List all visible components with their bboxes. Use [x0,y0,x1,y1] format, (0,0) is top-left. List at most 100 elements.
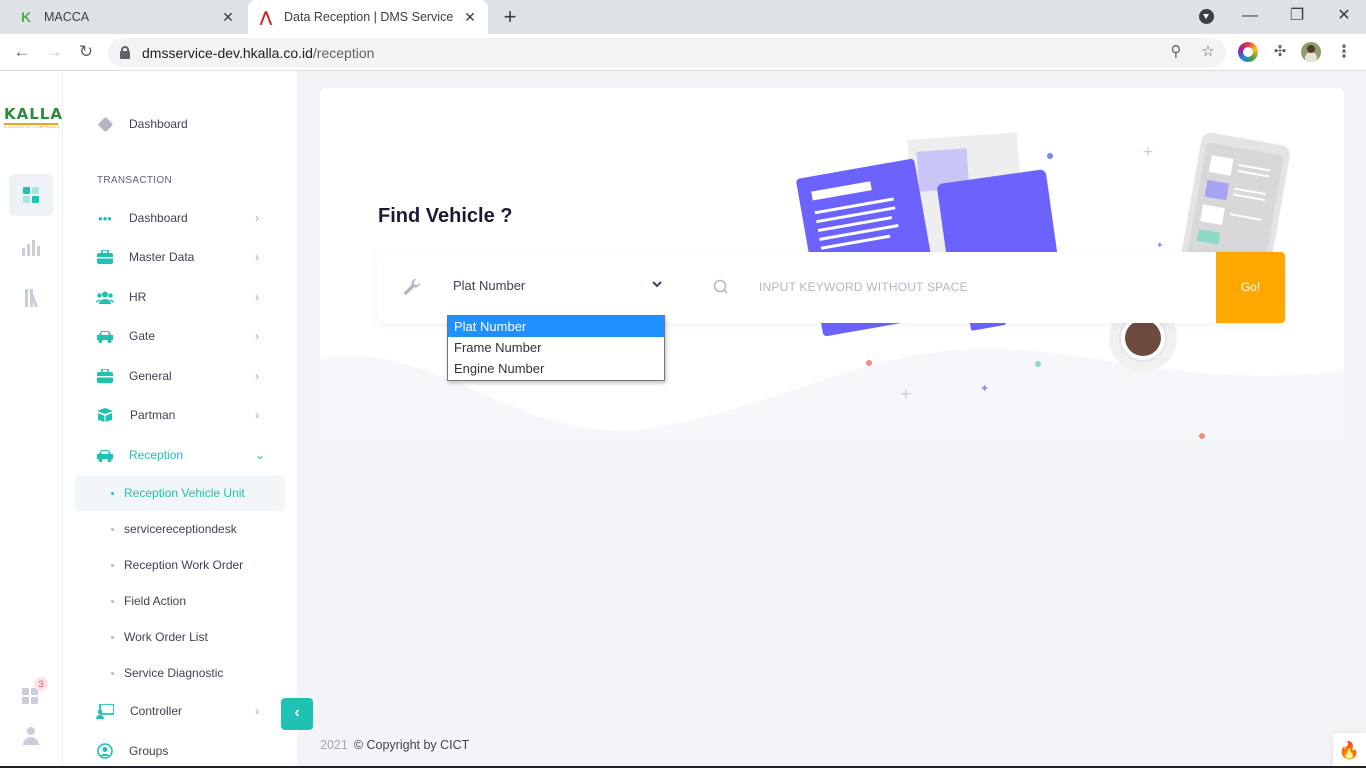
go-button[interactable]: Go! [1216,252,1285,323]
vehicle-search-bar: Plat Number Go! [377,252,1285,323]
k-logo-icon: K [20,9,32,25]
sidebar-item-dashboard[interactable]: ••• Dashboard › [63,200,297,236]
bullet-dot [111,527,114,531]
new-tab-button[interactable]: + [498,5,522,29]
section-title: TRANSACTION [97,175,172,186]
sidebar-subitem-work-order-list[interactable]: Work Order List [75,619,285,655]
keyword-search-input[interactable] [759,274,1199,300]
library-icon [24,289,38,308]
restore-icon[interactable]: ❐ [1285,4,1309,28]
sidebar-item-reception[interactable]: Reception ⌄ [63,437,297,473]
sidebar-item-general[interactable]: General › [63,358,297,394]
sidebar-item-gate[interactable]: Gate › [63,318,297,354]
toolbox-icon [96,367,114,385]
bullet-dot [111,599,114,603]
chalkboard-icon [96,702,114,720]
bullet-dot [111,635,114,639]
sidebar-subitem-reception-work-order[interactable]: Reception Work Order [75,547,285,583]
color-extension-icon[interactable] [1238,42,1258,62]
sidebar-collapse-button[interactable]: ‹ [281,698,313,730]
url-text[interactable]: dmsservice-dev.hkalla.co.id/reception [142,45,374,61]
chevron-right-icon: › [255,329,259,343]
reload-icon[interactable]: ↻ [74,40,98,64]
footer-year: 2021 [320,738,348,752]
svg-text:✦: ✦ [1156,241,1164,251]
bullet-dot [111,491,114,495]
car-icon [96,327,114,345]
bar-chart-icon [22,240,40,256]
dropdown-option-frame-number[interactable]: Frame Number [448,337,664,358]
sidebar-subitem-reception-vehicle-unit[interactable]: Reception Vehicle Unit [75,475,285,511]
icon-rail: KALLA A GROUP OF COMPANIES 3 [0,71,63,768]
sidebar-subitem-service-diagnostic[interactable]: Service Diagnostic [75,655,285,691]
chevron-down-icon [651,274,663,298]
browser-toolbar: ← → ↻ dmsservice-dev.hkalla.co.id/recept… [0,34,1366,71]
sidebar-subitem-servicereceptiondesk[interactable]: servicereceptiondesk [75,511,285,547]
chevron-right-icon: › [255,408,259,422]
forward-icon[interactable]: → [42,40,66,64]
zoom-icon[interactable]: ⚲ [1166,42,1186,62]
bullet-dot [111,563,114,567]
rail-dashboard-button[interactable] [9,174,53,216]
browser-tab-bar: K MACCA ✕ ⋀ Data Reception | DMS Service… [0,0,1366,34]
back-icon[interactable]: ← [10,40,34,64]
sidebar-subitem-field-action[interactable]: Field Action [75,583,285,619]
logo-subtitle: A GROUP OF COMPANIES [4,124,60,129]
sidebar-item-partman[interactable]: Partman › [63,397,297,433]
profile-avatar[interactable] [1301,42,1321,62]
sidebar-item-master-data[interactable]: Master Data › [63,239,297,275]
menu-kebab-icon[interactable]: ⋮ [1334,42,1354,62]
browser-tab-dms[interactable]: ⋀ Data Reception | DMS Service ✕ [248,0,488,34]
tab-title: Data Reception | DMS Service [284,10,454,24]
bullet-dot [111,671,114,675]
dropdown-option-engine-number[interactable]: Engine Number [448,358,664,379]
address-bar[interactable]: dmsservice-dev.hkalla.co.id/reception ⚲ … [108,38,1226,67]
svg-text:+: + [1142,144,1154,160]
grid-icon [23,187,39,203]
footer-copyright[interactable]: © Copyright by CICT [354,738,470,752]
rail-library-button[interactable] [9,277,53,319]
a-logo-icon: ⋀ [259,9,273,26]
star-icon[interactable]: ☆ [1198,42,1218,62]
box-icon [96,406,114,424]
close-icon[interactable]: ✕ [462,9,478,25]
dots-icon: ••• [98,210,112,226]
search-icon [713,279,729,295]
svg-text:+: + [900,386,912,402]
rail-reports-button[interactable] [9,227,53,269]
kalla-logo[interactable]: KALLA [4,105,63,125]
fire-icon[interactable]: 🔥 [1333,733,1366,768]
sidebar-item-dashboard-top[interactable]: Dashboard [63,106,297,142]
dropdown-option-plat-number[interactable]: Plat Number [448,316,664,337]
tab-title: MACCA [44,10,90,24]
close-icon[interactable]: ✕ [220,9,236,25]
footer: 2021 © Copyright by CICT [320,738,469,752]
minimize-icon[interactable]: — [1238,4,1262,28]
chevron-right-icon: › [255,704,259,718]
sidebar-item-hr[interactable]: HR › [63,279,297,315]
page-title: Find Vehicle ? [378,205,513,227]
users-icon [96,288,114,306]
user-icon[interactable] [22,727,40,745]
chevron-right-icon: › [255,211,259,225]
tab-search-icon[interactable] [1199,9,1214,24]
briefcase-icon [96,248,114,266]
search-type-select[interactable]: Plat Number [453,274,663,298]
lock-icon[interactable] [120,46,130,59]
apps-icon[interactable] [22,688,38,704]
extensions-icon[interactable]: ✣ [1270,42,1290,62]
chevron-right-icon: › [255,250,259,264]
sidebar-item-controller[interactable]: Controller › [63,693,297,729]
wrench-icon [403,278,421,296]
sidebar-menu: Dashboard TRANSACTION ••• Dashboard › Ma… [63,71,297,768]
chevron-right-icon: › [255,369,259,383]
svg-text:✦: ✦ [980,382,989,395]
window-close-icon[interactable]: ✕ [1332,4,1356,28]
search-type-dropdown: Plat Number Frame Number Engine Number [447,315,665,381]
car-icon [96,446,114,464]
sidebar-item-groups[interactable]: Groups [63,733,297,768]
chevron-down-icon: ⌄ [255,448,266,462]
notification-badge: 3 [34,677,48,691]
browser-tab-macca[interactable]: K MACCA ✕ [0,0,246,34]
diamond-icon [96,115,114,133]
